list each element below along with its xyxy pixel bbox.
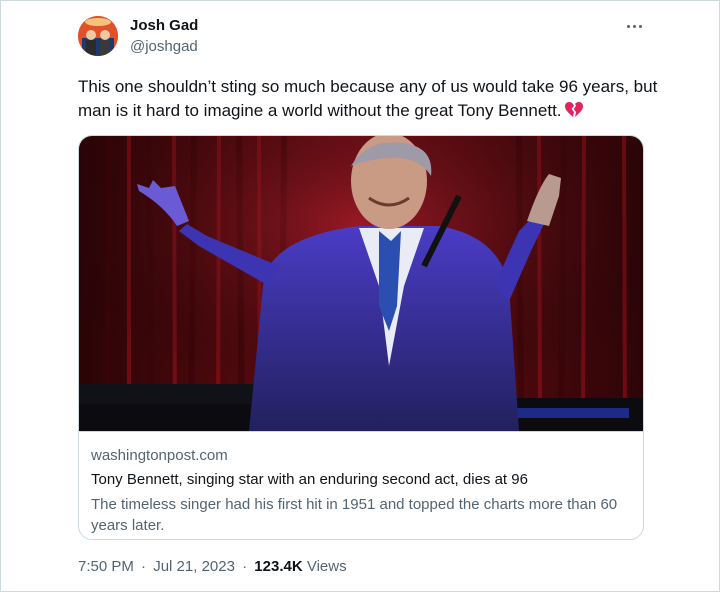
author-handle[interactable]: @joshgad <box>130 38 198 55</box>
card-body[interactable]: washingtonpost.com Tony Bennett, singing… <box>79 431 643 539</box>
views-label: Views <box>306 558 347 575</box>
meta-separator: · <box>141 558 147 575</box>
tweet-time[interactable]: 7:50 PM <box>78 558 134 575</box>
more-dot-icon <box>638 24 642 28</box>
meta-separator: · <box>242 558 248 575</box>
card-title: Tony Bennett, singing star with an endur… <box>91 471 528 488</box>
card-domain: washingtonpost.com <box>91 447 228 464</box>
tweet-date[interactable]: Jul 21, 2023 <box>153 558 235 575</box>
more-dot-icon <box>632 24 636 28</box>
tweet-text-block: This one shouldn’t sting so much because… <box>78 75 658 126</box>
avatar-image <box>78 16 118 56</box>
views-count[interactable]: 123.4K <box>254 558 302 575</box>
card-description: The timeless singer had his first hit in… <box>91 496 618 534</box>
author-name[interactable]: Josh Gad <box>130 17 198 34</box>
tony-bennett-photo <box>79 136 643 431</box>
tweet-container: Josh Gad @joshgad This one shouldn’t sti… <box>0 0 720 592</box>
more-options-button[interactable] <box>621 15 647 37</box>
avatar[interactable] <box>78 16 118 56</box>
link-card[interactable]: washingtonpost.com Tony Bennett, singing… <box>78 135 644 540</box>
tweet-meta: 7:50 PM · Jul 21, 2023 · 123.4K Views <box>78 558 347 575</box>
broken-heart-icon <box>564 101 584 126</box>
card-image[interactable] <box>79 136 643 431</box>
more-dot-icon <box>626 24 630 28</box>
